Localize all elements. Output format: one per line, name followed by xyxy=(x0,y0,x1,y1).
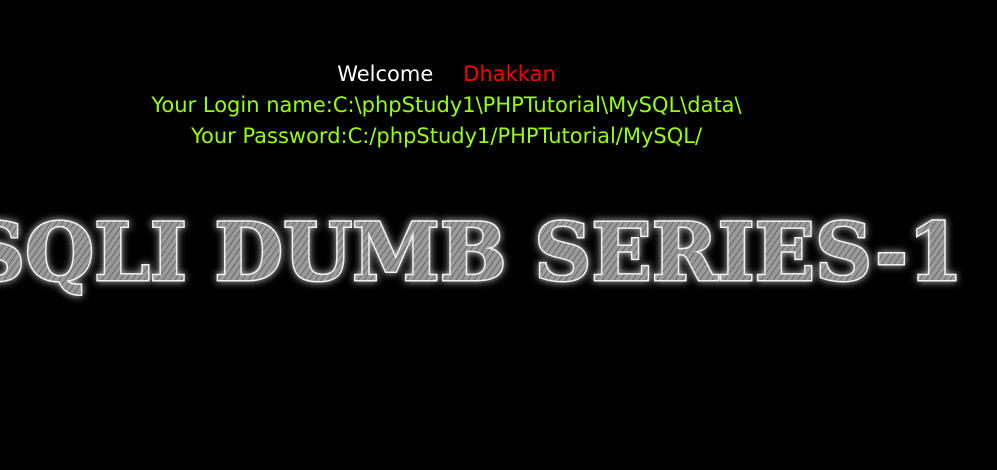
password-line: Your Password:C:/phpStudy1/PHPTutorial/M… xyxy=(0,120,893,152)
login-name-value: C:\phpStudy1\PHPTutorial\MySQL\data\ xyxy=(332,93,742,117)
banner-logo: SQLI DUMB SERIES-1 xyxy=(0,200,997,310)
password-label: Your Password: xyxy=(190,124,348,148)
banner-graphic: SQLI DUMB SERIES-1 xyxy=(0,204,965,301)
welcome-line: Welcome Dhakkan xyxy=(0,58,893,90)
username-value: Dhakkan xyxy=(463,62,556,86)
login-name-label: Your Login name: xyxy=(151,93,333,117)
login-name-line: Your Login name:C:\phpStudy1\PHPTutorial… xyxy=(0,89,893,121)
banner-text: SQLI DUMB SERIES-1 xyxy=(0,205,963,299)
password-value: C:/phpStudy1/PHPTutorial/MySQL/ xyxy=(347,124,703,148)
welcome-label: Welcome xyxy=(337,62,434,86)
